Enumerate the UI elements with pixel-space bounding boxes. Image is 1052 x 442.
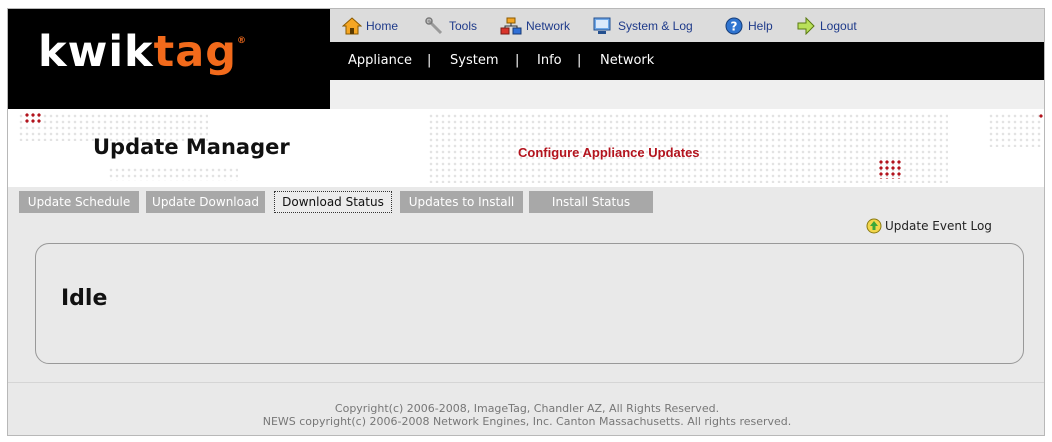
footer: Copyright(c) 2006-2008, ImageTag, Chandl… xyxy=(8,382,1044,435)
tools-icon xyxy=(425,17,443,35)
banner-red-dots xyxy=(878,159,902,179)
page-subtitle: Configure Appliance Updates xyxy=(518,145,700,160)
banner-dot-pattern xyxy=(988,113,1043,147)
banner-dot-pattern xyxy=(108,167,238,181)
svg-text:?: ? xyxy=(731,20,738,34)
subnav-info[interactable]: Info xyxy=(537,53,562,68)
status-panel: Idle xyxy=(35,243,1024,364)
nav-tools[interactable]: Tools xyxy=(425,16,477,36)
main-content: Update Schedule Update Download Download… xyxy=(8,187,1044,382)
logout-icon xyxy=(797,17,815,35)
subnav-separator: | xyxy=(427,53,432,68)
nav-home[interactable]: Home xyxy=(342,16,398,36)
system-log-icon xyxy=(593,17,611,34)
nav-system-log-label: System & Log xyxy=(618,19,693,33)
help-icon: ? xyxy=(725,17,743,35)
banner-red-dots xyxy=(1038,113,1044,119)
footer-copyright-news: NEWS copyright(c) 2006-2008 Network Engi… xyxy=(262,415,792,428)
download-status-text: Idle xyxy=(61,286,108,311)
nav-system-log[interactable]: System & Log xyxy=(592,16,693,36)
event-log-icon xyxy=(866,218,882,234)
subnav-network[interactable]: Network xyxy=(600,53,654,68)
sub-navigation: Appliance | System | Info | Network xyxy=(330,42,1044,80)
kwiktag-logo: kwiktag® xyxy=(38,27,248,77)
nav-logout-label: Logout xyxy=(820,19,857,33)
tab-updates-to-install[interactable]: Updates to Install xyxy=(400,191,523,213)
top-navigation: Home Tools Network System & Log ? Help L… xyxy=(330,9,1044,42)
tab-update-download[interactable]: Update Download xyxy=(146,191,265,213)
network-icon xyxy=(500,17,522,35)
nav-help-label: Help xyxy=(748,19,773,33)
subnav-system[interactable]: System xyxy=(450,53,498,68)
subnav-separator: | xyxy=(515,53,520,68)
subnav-appliance[interactable]: Appliance xyxy=(348,53,412,68)
nav-logout[interactable]: Logout xyxy=(796,16,857,36)
tab-download-status[interactable]: Download Status xyxy=(274,191,392,213)
nav-tools-label: Tools xyxy=(449,19,478,33)
page-title: Update Manager xyxy=(93,135,290,159)
home-icon xyxy=(342,17,362,35)
footer-copyright-imagetag: Copyright(c) 2006-2008, ImageTag, Chandl… xyxy=(334,402,720,415)
header-band xyxy=(330,80,1044,109)
nav-home-label: Home xyxy=(366,19,399,33)
banner-red-dots xyxy=(24,112,42,124)
logo-area: kwiktag® xyxy=(8,9,330,109)
tab-install-status[interactable]: Install Status xyxy=(529,191,653,213)
nav-help[interactable]: ? Help xyxy=(724,16,773,36)
nav-network-label: Network xyxy=(526,19,571,33)
update-event-log-label: Update Event Log xyxy=(885,219,992,233)
update-event-log-link[interactable]: Update Event Log xyxy=(865,218,992,234)
page-banner: Update Manager Configure Appliance Updat… xyxy=(8,109,1044,187)
tab-update-schedule[interactable]: Update Schedule xyxy=(19,191,139,213)
nav-network[interactable]: Network xyxy=(500,16,570,36)
subnav-separator: | xyxy=(577,53,582,68)
app-frame: kwiktag® Home Tools Network System & Log… xyxy=(7,8,1045,436)
